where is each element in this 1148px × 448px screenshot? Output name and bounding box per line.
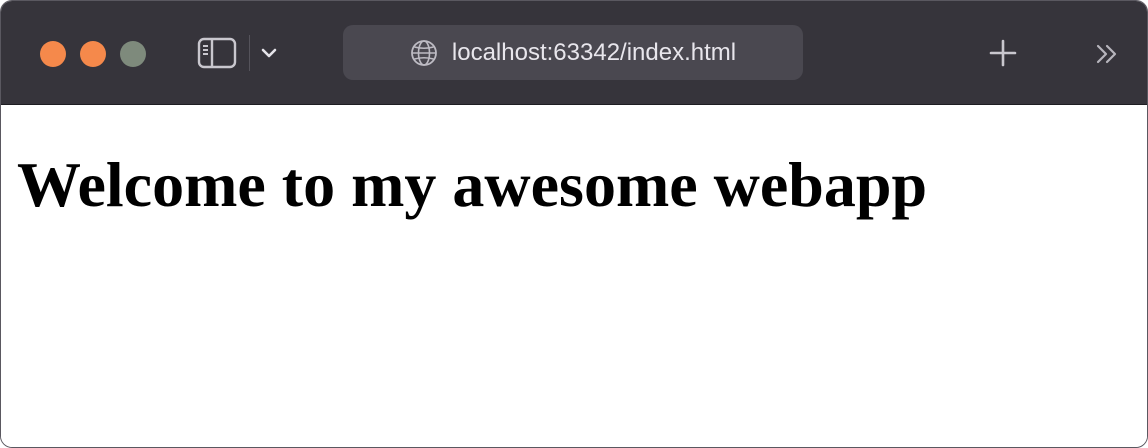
plus-icon xyxy=(989,39,1017,67)
page-heading: Welcome to my awesome webapp xyxy=(17,149,928,220)
page-content: Welcome to my awesome webapp xyxy=(1,105,1147,447)
close-window-button[interactable] xyxy=(40,41,66,67)
chevron-down-icon xyxy=(261,48,277,58)
new-tab-button[interactable] xyxy=(985,35,1021,71)
browser-toolbar: localhost:63342/index.html xyxy=(1,1,1147,105)
toolbar-overflow-button[interactable] xyxy=(1091,39,1123,69)
sidebar-toggle-button[interactable] xyxy=(195,35,239,71)
sidebar-icon xyxy=(197,37,237,69)
double-chevron-right-icon xyxy=(1096,44,1117,64)
browser-window: localhost:63342/index.html Welcome to my… xyxy=(0,0,1148,448)
address-bar[interactable]: localhost:63342/index.html xyxy=(343,25,803,80)
address-bar-url[interactable]: localhost:63342/index.html xyxy=(452,39,736,67)
tab-group-menu-button[interactable] xyxy=(257,41,281,65)
zoom-window-button[interactable] xyxy=(120,41,146,67)
minimize-window-button[interactable] xyxy=(80,41,106,67)
toolbar-divider xyxy=(249,35,250,71)
globe-icon xyxy=(410,39,438,67)
